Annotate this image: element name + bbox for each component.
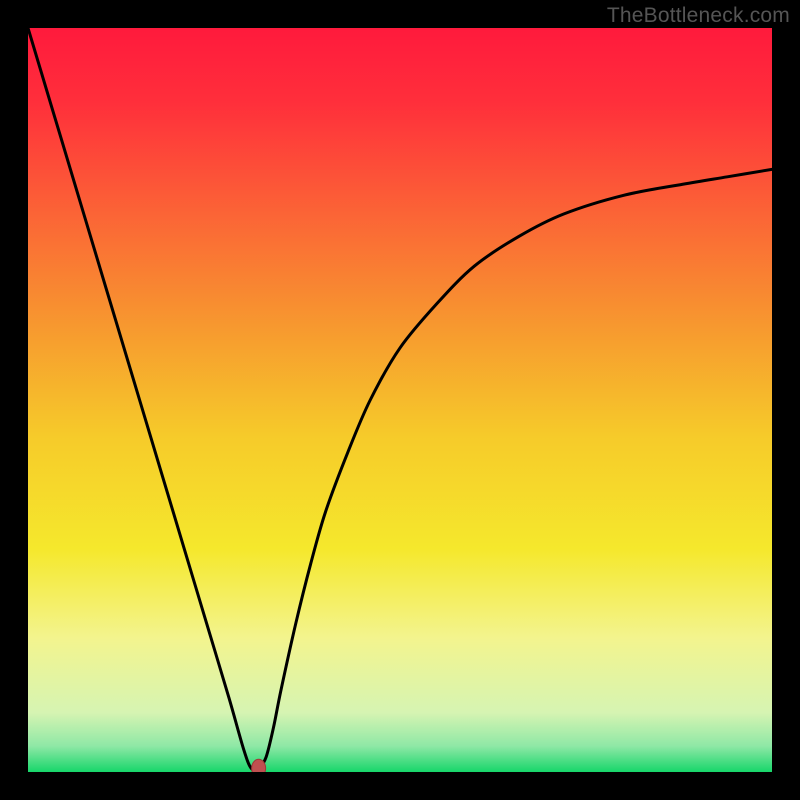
- watermark-text: TheBottleneck.com: [607, 4, 790, 28]
- optimum-marker: [252, 759, 266, 772]
- bottleneck-chart: [28, 28, 772, 772]
- chart-frame: [28, 28, 772, 772]
